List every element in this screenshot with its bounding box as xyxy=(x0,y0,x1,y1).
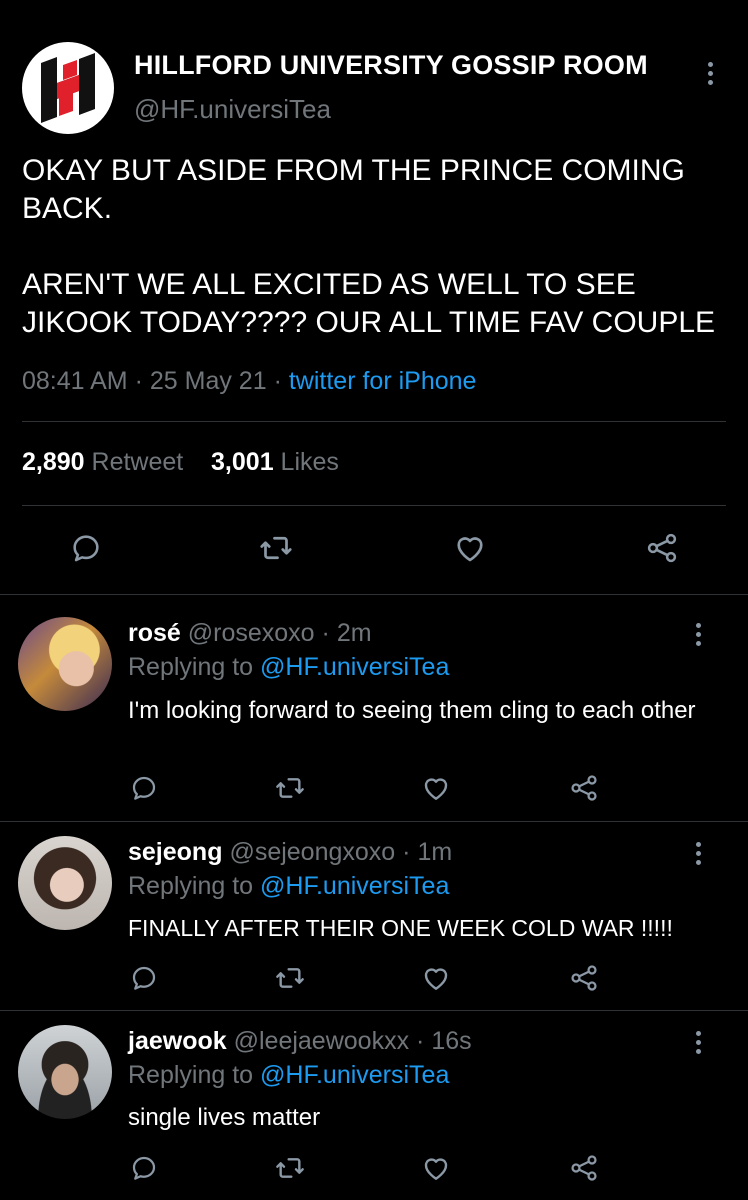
retweet-icon[interactable] xyxy=(256,528,296,568)
replying-to-handle[interactable]: @HF.universiTea xyxy=(260,872,449,900)
reply-actions xyxy=(0,772,748,812)
share-icon[interactable] xyxy=(642,528,682,568)
avatar[interactable] xyxy=(18,1025,112,1119)
reply-display-name[interactable]: sejeong xyxy=(128,838,222,866)
replying-to-handle[interactable]: @HF.universiTea xyxy=(260,1061,449,1089)
tweet-time: 08:41 AM xyxy=(22,367,128,395)
share-icon[interactable] xyxy=(568,1152,600,1184)
tweet-text: OKAY BUT ASIDE FROM THE PRINCE COMING BA… xyxy=(22,154,716,339)
reply-time: 1m xyxy=(417,838,453,866)
more-options-icon[interactable] xyxy=(692,1031,704,1054)
more-options-icon[interactable] xyxy=(704,62,716,85)
reply-time: 16s xyxy=(431,1027,472,1055)
like-heart-icon[interactable] xyxy=(420,772,452,804)
retweet-icon[interactable] xyxy=(274,772,306,804)
tweet-stats: 2,890 Retweet 3,001 Likes xyxy=(22,448,339,477)
reply-time: 2m xyxy=(336,619,372,647)
replying-prefix: Replying to xyxy=(128,1061,254,1089)
retweets-stat[interactable]: 2,890 Retweet xyxy=(22,448,183,476)
avatar[interactable] xyxy=(18,617,112,711)
share-icon[interactable] xyxy=(568,772,600,804)
likes-label: Likes xyxy=(280,448,339,476)
retweet-icon[interactable] xyxy=(274,1152,306,1184)
likes-stat[interactable]: 3,001 Likes xyxy=(211,448,339,476)
replying-prefix: Replying to xyxy=(128,653,254,681)
divider xyxy=(22,505,726,506)
share-icon[interactable] xyxy=(568,962,600,994)
more-options-icon[interactable] xyxy=(692,842,704,865)
reply-handle[interactable]: @sejeongxoxo xyxy=(229,838,395,866)
meta-separator: · xyxy=(402,838,411,866)
like-heart-icon[interactable] xyxy=(450,528,490,568)
like-heart-icon[interactable] xyxy=(420,962,452,994)
hillford-logo-icon xyxy=(41,53,95,123)
meta-separator: · xyxy=(321,619,330,647)
reply-text: single lives matter xyxy=(128,1104,321,1131)
replying-to: Replying to @HF.universiTea xyxy=(128,1061,449,1090)
retweet-icon[interactable] xyxy=(274,962,306,994)
account-handle[interactable]: @HF.universiTea xyxy=(134,94,331,125)
divider xyxy=(22,421,726,422)
reply-handle[interactable]: @leejaewookxx xyxy=(234,1027,409,1055)
tweet-source-link[interactable]: twitter for iPhone xyxy=(289,367,477,395)
reply-icon[interactable] xyxy=(66,528,106,568)
reply-display-name[interactable]: rosé xyxy=(128,619,181,647)
like-heart-icon[interactable] xyxy=(420,1152,452,1184)
replying-prefix: Replying to xyxy=(128,872,254,900)
reply-handle[interactable]: @rosexoxo xyxy=(188,619,315,647)
tweet-date: 25 May 21 xyxy=(149,367,267,395)
reply-text: FINALLY AFTER THEIR ONE WEEK COLD WAR !!… xyxy=(128,915,673,941)
replying-to: Replying to @HF.universiTea xyxy=(128,872,449,901)
account-avatar[interactable] xyxy=(22,42,114,134)
tweet-meta: 08:41 AM · 25 May 21 · twitter for iPhon… xyxy=(22,367,476,396)
likes-count: 3,001 xyxy=(211,448,274,476)
reply-actions xyxy=(0,1152,748,1192)
reply-icon[interactable] xyxy=(128,772,160,804)
reply-icon[interactable] xyxy=(128,1152,160,1184)
main-tweet: HILLFORD UNIVERSITY GOSSIP ROOM @HF.univ… xyxy=(0,0,748,594)
reply-header: rosé @rosexoxo · 2m xyxy=(128,619,372,648)
reply-header: jaewook @leejaewookxx · 16s xyxy=(128,1027,472,1056)
meta-separator: · xyxy=(416,1027,425,1055)
avatar[interactable] xyxy=(18,836,112,930)
meta-separator: · xyxy=(134,367,143,395)
reply-text: I'm looking forward to seeing them cling… xyxy=(128,697,696,724)
reply-display-name[interactable]: jaewook xyxy=(128,1027,227,1055)
tweet-actions xyxy=(0,528,748,568)
meta-separator: · xyxy=(273,367,282,395)
reply-tweet[interactable]: sejeong @sejeongxoxo · 1m Replying to @H… xyxy=(0,822,748,1010)
reply-header: sejeong @sejeongxoxo · 1m xyxy=(128,838,452,867)
retweets-count: 2,890 xyxy=(22,448,85,476)
retweets-label: Retweet xyxy=(91,448,184,476)
replying-to-handle[interactable]: @HF.universiTea xyxy=(260,653,449,681)
reply-tweet[interactable]: jaewook @leejaewookxx · 16s Replying to … xyxy=(0,1011,748,1200)
account-display-name[interactable]: HILLFORD UNIVERSITY GOSSIP ROOM xyxy=(134,50,648,81)
more-options-icon[interactable] xyxy=(692,623,704,646)
reply-icon[interactable] xyxy=(128,962,160,994)
reply-tweet[interactable]: rosé @rosexoxo · 2m Replying to @HF.univ… xyxy=(0,595,748,821)
reply-actions xyxy=(0,962,748,1002)
replying-to: Replying to @HF.universiTea xyxy=(128,653,449,682)
